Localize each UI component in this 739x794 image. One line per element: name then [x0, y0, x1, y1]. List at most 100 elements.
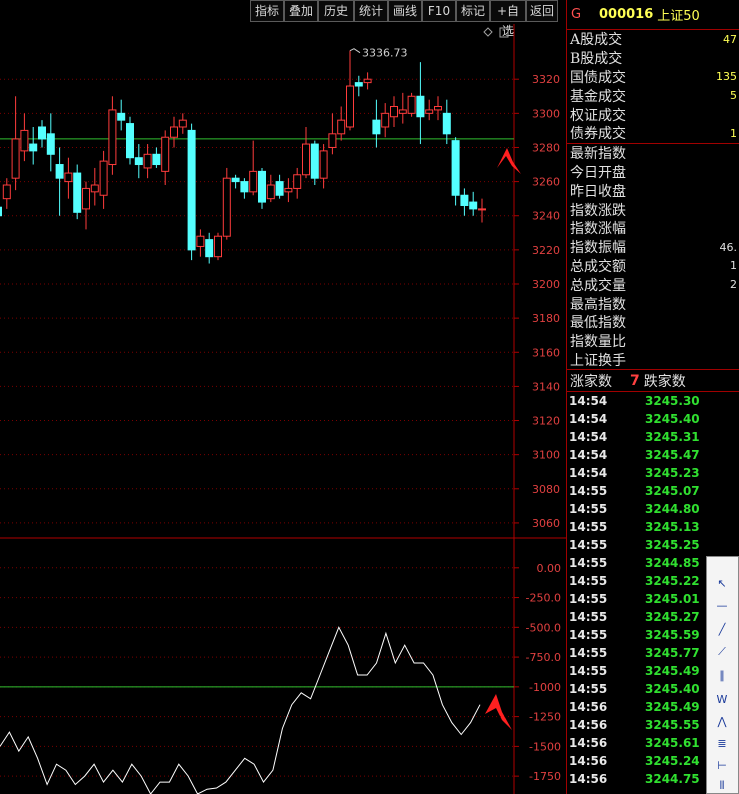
index-stat-row: 最低指数: [567, 313, 739, 332]
drawing-tool-palette[interactable]: ↖ — ╱ ⟋ ∥ W ⋀ ≣ ⊢ ⦀: [706, 556, 739, 794]
fib-tool-icon[interactable]: ≣: [715, 737, 729, 751]
chart-panel[interactable]: 3320 3300 3280 3260 3240 3220 3200 3180 3160 3140…: [0, 24, 566, 794]
toolbar-button-1[interactable]: 叠加: [284, 0, 318, 22]
tick-price: 3245.13: [645, 520, 700, 535]
peak-tool-icon[interactable]: ⋀: [715, 715, 729, 729]
index-code: 000016: [599, 7, 654, 22]
candle-body: [258, 170, 266, 203]
decline-label: 跌家数: [643, 373, 686, 390]
toolbar-button-7[interactable]: +自选: [490, 0, 526, 38]
index-stat-value: 1: [730, 259, 737, 273]
tick-price: 3245.61: [645, 736, 700, 751]
toolbar-button-0[interactable]: 指标: [250, 0, 284, 22]
price-axis-label: 3320: [532, 73, 560, 86]
parallel-tool-icon[interactable]: ∥: [715, 669, 729, 683]
diamond-icon: [483, 27, 493, 37]
index-stat-label: 指数量比: [570, 334, 626, 351]
candle-body: [214, 235, 222, 258]
toolbar-button-5[interactable]: F10: [422, 0, 456, 22]
turnover-stat-row: 国债成交 135: [567, 68, 739, 87]
candle-body: [240, 181, 249, 193]
price-axis-label: 3120: [532, 415, 560, 428]
tick-row: 14:55 3245.25: [567, 536, 739, 554]
cursor-tool-icon[interactable]: ↖: [715, 577, 729, 591]
index-stat-label: 指数涨幅: [570, 221, 626, 238]
candle-body: [82, 187, 90, 210]
tick-price: 3245.27: [645, 610, 700, 625]
candle-body: [231, 177, 240, 183]
toolbar-button-3[interactable]: 统计: [354, 0, 388, 22]
price-axis-label: 3180: [532, 312, 560, 325]
tick-price: 3245.49: [645, 664, 700, 679]
toolbar-button-4[interactable]: 画线: [388, 0, 422, 22]
toolbar-button-8[interactable]: 返回: [526, 0, 558, 22]
tick-time: 14:56: [569, 754, 608, 769]
turnover-stats: A股成交 47 B股成交 国债成交 135 基金成交 5 权证成交 债券成交 1: [567, 30, 739, 144]
tick-price: 3244.85: [645, 556, 700, 571]
tick-price: 3245.07: [645, 484, 700, 499]
index-stat-row: 指数涨幅: [567, 219, 739, 238]
tick-time: 14:55: [569, 682, 608, 697]
hline-tool-icon[interactable]: —: [715, 599, 729, 613]
tick-time: 14:54: [569, 448, 608, 463]
period-tool-icon[interactable]: ⦀: [715, 779, 729, 793]
candle-body: [310, 143, 319, 179]
indicator-axis-label: -1250: [529, 711, 561, 724]
candle-body: [346, 85, 354, 128]
index-stat-label: 最新指数: [570, 146, 626, 163]
tick-row: 14:55 3245.13: [567, 518, 739, 536]
quote-header: G 000016 上证50: [567, 0, 739, 30]
wave-tool-icon[interactable]: W: [715, 693, 729, 707]
candle-body: [275, 181, 284, 196]
index-stat-row: 上证换手: [567, 351, 739, 370]
turnover-stat-row: 债券成交 1: [567, 124, 739, 143]
turnover-stat-row: B股成交: [567, 49, 739, 68]
candle-body: [451, 140, 460, 196]
tick-time: 14:55: [569, 610, 608, 625]
price-axis-label: 3160: [532, 346, 560, 359]
price-axis-label: 3220: [532, 244, 560, 257]
tick-time: 14:55: [569, 664, 608, 679]
tick-row: 14:54 3245.23: [567, 464, 739, 482]
kline-chart[interactable]: 3320 3300 3280 3260 3240 3220 3200 3180 3160 3140…: [0, 24, 566, 794]
index-stat-label: 指数涨跌: [570, 202, 626, 219]
index-stat-label: 总成交量: [570, 277, 626, 294]
indicator-axis-label: -750.0: [526, 651, 561, 664]
candle-body: [416, 95, 425, 118]
indicator-axis-label: -250.0: [526, 592, 561, 605]
turnover-stat-value: 5: [730, 89, 737, 103]
tick-price: 3245.77: [645, 646, 700, 661]
tick-price: 3245.40: [645, 412, 700, 427]
chart-toolbar: 指标 叠加 历史 统计 画线 F10 标记 +自选 返回: [250, 0, 564, 38]
index-stat-row: 指数振幅 46.: [567, 238, 739, 257]
index-stat-label: 最高指数: [570, 296, 626, 313]
candle-body: [99, 160, 108, 196]
indicator-axis-label: -500.0: [526, 621, 561, 634]
candle-body: [390, 106, 398, 118]
candle-body: [293, 174, 302, 189]
turnover-stat-label: 基金成交: [570, 88, 626, 105]
tick-time: 14:55: [569, 574, 608, 589]
candle-body: [337, 119, 346, 135]
candle-body: [425, 109, 434, 114]
index-stat-label: 指数振幅: [570, 240, 626, 257]
tick-row: 14:55 3244.80: [567, 500, 739, 518]
turnover-stat-label: 债券成交: [570, 126, 626, 143]
candle-body: [161, 136, 170, 172]
bracket-tool-icon[interactable]: ⊢: [715, 759, 729, 773]
toolbar-button-6[interactable]: 标记: [456, 0, 490, 22]
tick-time: 14:56: [569, 772, 608, 787]
line-tool-icon[interactable]: ╱: [715, 623, 729, 637]
candle-body: [442, 112, 451, 135]
price-axis-label: 3080: [532, 483, 560, 496]
advance-count: 7: [630, 372, 640, 389]
candle-body: [266, 184, 275, 200]
turnover-stat-row: A股成交 47: [567, 30, 739, 49]
polyline-tool-icon[interactable]: ⟋: [715, 645, 729, 659]
tick-price: 3244.75: [645, 772, 700, 787]
index-stat-row: 今日开盘: [567, 163, 739, 182]
candle-body: [222, 177, 231, 237]
index-stat-row: 最新指数: [567, 144, 739, 163]
turnover-stat-value: 135: [716, 70, 737, 84]
toolbar-button-2[interactable]: 历史: [318, 0, 354, 22]
